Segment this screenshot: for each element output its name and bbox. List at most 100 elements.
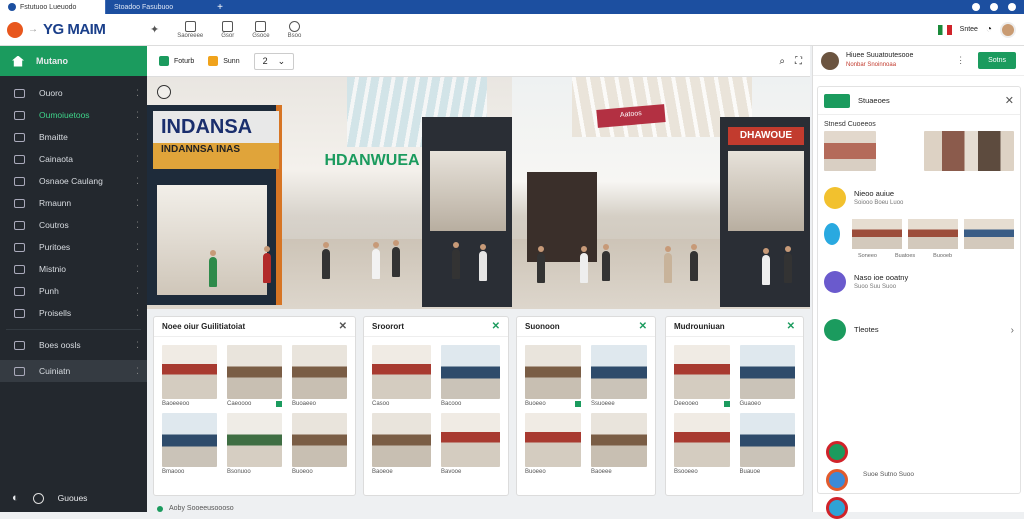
user-label[interactable]: Sntee bbox=[960, 26, 978, 33]
close-icon[interactable]: ✕ bbox=[639, 321, 647, 332]
thumb-caption: Bsooeeo bbox=[674, 469, 730, 475]
store-thumbnail bbox=[525, 345, 581, 399]
tool-copy[interactable]: Gsor bbox=[221, 20, 234, 39]
store-thumbnail[interactable] bbox=[852, 219, 902, 249]
group-photo[interactable] bbox=[924, 131, 1014, 171]
chevron-right-icon[interactable]: › bbox=[1011, 325, 1014, 336]
app-icon[interactable] bbox=[826, 441, 848, 463]
toolbar-button-2[interactable]: Sunn bbox=[208, 56, 240, 66]
store-thumbnail[interactable] bbox=[908, 219, 958, 249]
toolbar-button-1[interactable]: Foturb bbox=[159, 56, 194, 66]
tool-gift-label: Bsoo bbox=[287, 32, 302, 39]
tag-icon bbox=[14, 308, 25, 318]
sidebar-item[interactable]: Puritoes ⁚ bbox=[0, 236, 147, 258]
account-icon[interactable] bbox=[972, 3, 980, 11]
tab-inactive[interactable]: Stoadoo Fasubuoo bbox=[105, 0, 210, 14]
sidebar-item[interactable]: Oumoiuetoos ⁚ bbox=[0, 104, 147, 126]
search-icon[interactable]: ⌕ bbox=[779, 56, 785, 67]
settings-icon[interactable] bbox=[990, 3, 998, 11]
thumb-item[interactable]: Baoeoe bbox=[372, 413, 431, 475]
store-thumbnail bbox=[591, 345, 647, 399]
new-tab-button[interactable]: + bbox=[210, 2, 230, 13]
thumb-item[interactable]: Buoeeo bbox=[525, 345, 581, 407]
info-row[interactable]: Tleotes › bbox=[818, 311, 1020, 349]
sidebar-item[interactable]: Proisells ⁚ bbox=[0, 302, 147, 324]
close-icon[interactable]: ✕ bbox=[492, 321, 500, 332]
person bbox=[784, 246, 792, 283]
sidebar-item[interactable]: Osnaoe Caulang ⁚ bbox=[0, 170, 147, 192]
sidebar-item[interactable]: Bmaitte ⁚ bbox=[0, 126, 147, 148]
sidebar-item-label: Cainaota bbox=[39, 154, 74, 164]
sidebar-item[interactable]: Cuiniatn ⁚ bbox=[0, 360, 147, 382]
expand-icon[interactable]: ⛶ bbox=[795, 56, 802, 67]
store-thumbnail bbox=[162, 413, 217, 467]
thumb-item[interactable]: Caeoooo bbox=[227, 345, 282, 407]
thumb-item[interactable]: Buoaeeo bbox=[292, 345, 347, 407]
store-thumbnail bbox=[292, 345, 347, 399]
app-icon[interactable] bbox=[826, 469, 848, 491]
person bbox=[263, 246, 271, 283]
magic-tool[interactable]: ✦ bbox=[150, 23, 159, 36]
tool-cart[interactable]: Gsoce bbox=[252, 20, 270, 39]
thumb-item[interactable]: Buoeeo bbox=[525, 413, 581, 475]
thumb-item[interactable]: Baoeeeoo bbox=[162, 345, 217, 407]
person-photo[interactable] bbox=[824, 131, 876, 171]
sidebar-item[interactable]: Cainaota ⁚ bbox=[0, 148, 147, 170]
thumb-item[interactable]: Bsonuoo bbox=[227, 413, 282, 475]
info-row[interactable]: Naso ioe ooatny Suoo Suu Suoo bbox=[818, 263, 1020, 301]
puzzle-icon bbox=[14, 154, 25, 164]
thumb-item[interactable]: Bavooe bbox=[441, 413, 500, 475]
close-icon[interactable]: ✕ bbox=[339, 321, 347, 332]
close-icon[interactable]: ✕ bbox=[787, 321, 795, 332]
thumb-caption: Bacooo bbox=[441, 401, 500, 407]
thumb-item[interactable]: Baoeee bbox=[591, 413, 647, 475]
grid-icon bbox=[14, 110, 25, 120]
play-icon[interactable] bbox=[157, 85, 171, 99]
app-icon[interactable] bbox=[826, 497, 848, 519]
store-thumbnail bbox=[739, 345, 795, 399]
user-sub: Nonbar Snoinnoaa bbox=[846, 62, 897, 69]
page-select[interactable]: 2 ⌄ bbox=[253, 52, 295, 70]
thumb-item[interactable]: Bsooeeo bbox=[674, 413, 730, 475]
info-row[interactable]: Nieoo auiue Soiooo Boeu Luoo bbox=[818, 179, 1020, 217]
sidebar-item-home[interactable]: Mutano bbox=[0, 46, 147, 76]
store-thumbnail[interactable] bbox=[964, 219, 1014, 249]
bell-icon[interactable]: ◔ bbox=[986, 24, 992, 35]
close-icon[interactable]: ✕ bbox=[1005, 94, 1014, 107]
logo-mark-icon bbox=[7, 21, 23, 38]
sidebar-item[interactable]: Mistnio ⁚ bbox=[0, 258, 147, 280]
action-button[interactable]: Sotns bbox=[978, 52, 1016, 69]
sidebar-footer[interactable]: ◐ Guoues bbox=[12, 492, 87, 504]
avatar[interactable] bbox=[1000, 21, 1016, 38]
profile-icon[interactable] bbox=[1008, 3, 1016, 11]
thumb-item[interactable]: Bacooo bbox=[441, 345, 500, 407]
more-icon[interactable]: ⋮ bbox=[956, 55, 965, 66]
app-logo[interactable]: → YG MAIM bbox=[0, 21, 150, 38]
thumb-item[interactable]: Ssuoeee bbox=[591, 345, 647, 407]
thumb-item[interactable]: Bmaooo bbox=[162, 413, 217, 475]
thumb-item[interactable]: Deeooeo bbox=[674, 345, 730, 407]
main-content: Foturb Sunn 2 ⌄ ⌕ ⛶ INDANSA INDANNSA INAS… bbox=[147, 46, 810, 512]
sidebar-item[interactable]: Coutros ⁚ bbox=[0, 214, 147, 236]
sidebar-item[interactable]: Boes oosls ⁚ bbox=[0, 334, 147, 356]
photo-row bbox=[818, 131, 1020, 171]
coin-icon bbox=[824, 187, 846, 209]
thumb-item[interactable]: Buauoe bbox=[739, 413, 795, 475]
thumb-item[interactable]: Buoeoo bbox=[292, 413, 347, 475]
sidebar-footer-label: Guoues bbox=[57, 493, 88, 503]
avatar[interactable] bbox=[821, 51, 839, 70]
thumb-caption: Guaoeo bbox=[740, 401, 796, 407]
sidebar-item[interactable]: Rmaunn ⁚ bbox=[0, 192, 147, 214]
tool-gift[interactable]: Bsoo bbox=[287, 20, 302, 39]
tab-active[interactable]: Fstutuoo Lueuodo bbox=[0, 0, 105, 14]
flag-icon[interactable] bbox=[937, 24, 952, 35]
whatsapp-icon bbox=[824, 319, 846, 341]
chat-icon[interactable] bbox=[824, 223, 840, 245]
sidebar-item[interactable]: Ouoro ⁚ bbox=[0, 82, 147, 104]
thumb-item[interactable]: Casoo bbox=[372, 345, 431, 407]
sidebar-item[interactable]: Punh ⁚ bbox=[0, 280, 147, 302]
person bbox=[479, 244, 487, 281]
user-name: Hiuee Suuatoutesooe bbox=[846, 52, 914, 60]
thumb-item[interactable]: Guaoeo bbox=[739, 345, 796, 407]
tool-document[interactable]: Saoreeee bbox=[177, 20, 203, 39]
